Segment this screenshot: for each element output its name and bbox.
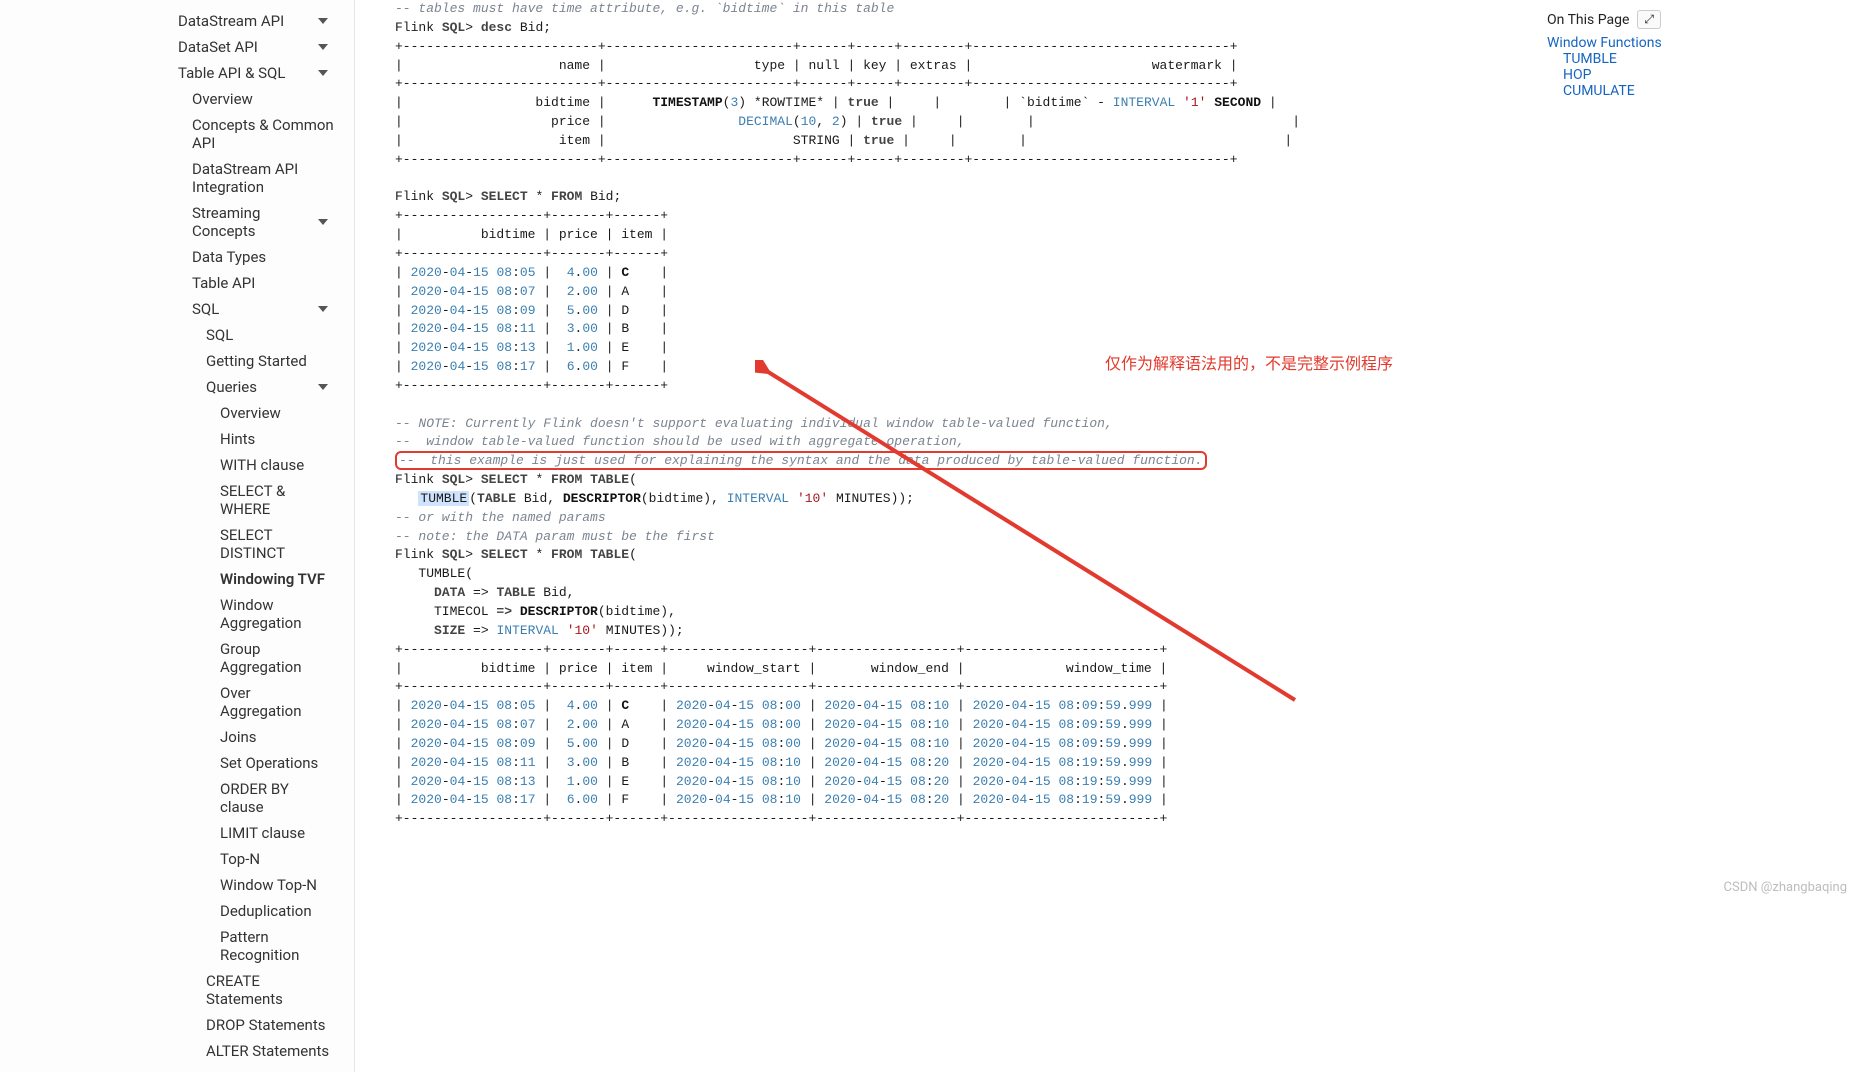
sidebar-item-data-types[interactable]: Data Types [0, 244, 354, 270]
chevron-down-icon [318, 306, 328, 312]
sidebar-item-top-n[interactable]: Top-N [0, 846, 354, 872]
sidebar-item-deduplication[interactable]: Deduplication [0, 898, 354, 924]
sidebar-item-sql[interactable]: SQL [0, 296, 354, 322]
watermark: CSDN @zhangbaqing [1724, 880, 1847, 895]
sidebar-item-table-api-sql[interactable]: Table API & SQL [0, 60, 354, 86]
sidebar-item-group-aggregation[interactable]: Group Aggregation [0, 636, 354, 680]
sidebar-item-datastream-api-integration[interactable]: DataStream API Integration [0, 156, 354, 200]
sidebar-item-windowing-tvf[interactable]: Windowing TVF [0, 566, 354, 592]
sidebar-item-streaming-concepts[interactable]: Streaming Concepts [0, 200, 354, 244]
sidebar-item-create-statements[interactable]: CREATE Statements [0, 968, 354, 1012]
sidebar-item-drop-statements[interactable]: DROP Statements [0, 1012, 354, 1038]
sidebar-item-window-aggregation[interactable]: Window Aggregation [0, 592, 354, 636]
sidebar-item-getting-started[interactable]: Getting Started [0, 348, 354, 374]
sidebar-item-hints[interactable]: Hints [0, 426, 354, 452]
main-content: -- tables must have time attribute, e.g.… [355, 0, 1867, 1072]
sidebar-item-set-operations[interactable]: Set Operations [0, 750, 354, 776]
chevron-down-icon [318, 384, 328, 390]
chevron-down-icon [318, 18, 328, 24]
chevron-down-icon [318, 70, 328, 76]
sidebar-item-queries[interactable]: Queries [0, 374, 354, 400]
toc-collapse-button[interactable]: ⤢ [1637, 10, 1661, 29]
toc-link-tumble[interactable]: TUMBLE [1563, 51, 1617, 67]
toc-link-hop[interactable]: HOP [1563, 67, 1591, 83]
sidebar-item-overview[interactable]: Overview [0, 400, 354, 426]
sidebar-item-order-by-clause[interactable]: ORDER BY clause [0, 776, 354, 820]
sidebar-item-with-clause[interactable]: WITH clause [0, 452, 354, 478]
toc: On This Page ⤢ Window FunctionsTUMBLEHOP… [1547, 10, 1827, 99]
sidebar-item-concepts-common-api[interactable]: Concepts & Common API [0, 112, 354, 156]
code-block: -- tables must have time attribute, e.g.… [395, 0, 1847, 829]
toc-title: On This Page [1547, 12, 1629, 28]
sidebar-item-dataset-api[interactable]: DataSet API [0, 34, 354, 60]
toc-link-window-functions[interactable]: Window Functions [1547, 35, 1662, 51]
chevron-down-icon [318, 219, 328, 225]
sidebar-item-select-where[interactable]: SELECT & WHERE [0, 478, 354, 522]
sidebar-item-table-api[interactable]: Table API [0, 270, 354, 296]
chevron-down-icon [318, 44, 328, 50]
sidebar-item-pattern-recognition[interactable]: Pattern Recognition [0, 924, 354, 968]
sidebar-item-sql[interactable]: SQL [0, 322, 354, 348]
sidebar-item-limit-clause[interactable]: LIMIT clause [0, 820, 354, 846]
sidebar-item-overview[interactable]: Overview [0, 86, 354, 112]
sidebar-item-datastream-api[interactable]: DataStream API [0, 8, 354, 34]
toc-link-cumulate[interactable]: CUMULATE [1563, 83, 1635, 99]
sidebar-item-window-top-n[interactable]: Window Top-N [0, 872, 354, 898]
sidebar-item-select-distinct[interactable]: SELECT DISTINCT [0, 522, 354, 566]
sidebar-item-alter-statements[interactable]: ALTER Statements [0, 1038, 354, 1064]
sidebar-item-joins[interactable]: Joins [0, 724, 354, 750]
sidebar: DataStream APIDataSet APITable API & SQL… [0, 0, 355, 1072]
sidebar-item-over-aggregation[interactable]: Over Aggregation [0, 680, 354, 724]
